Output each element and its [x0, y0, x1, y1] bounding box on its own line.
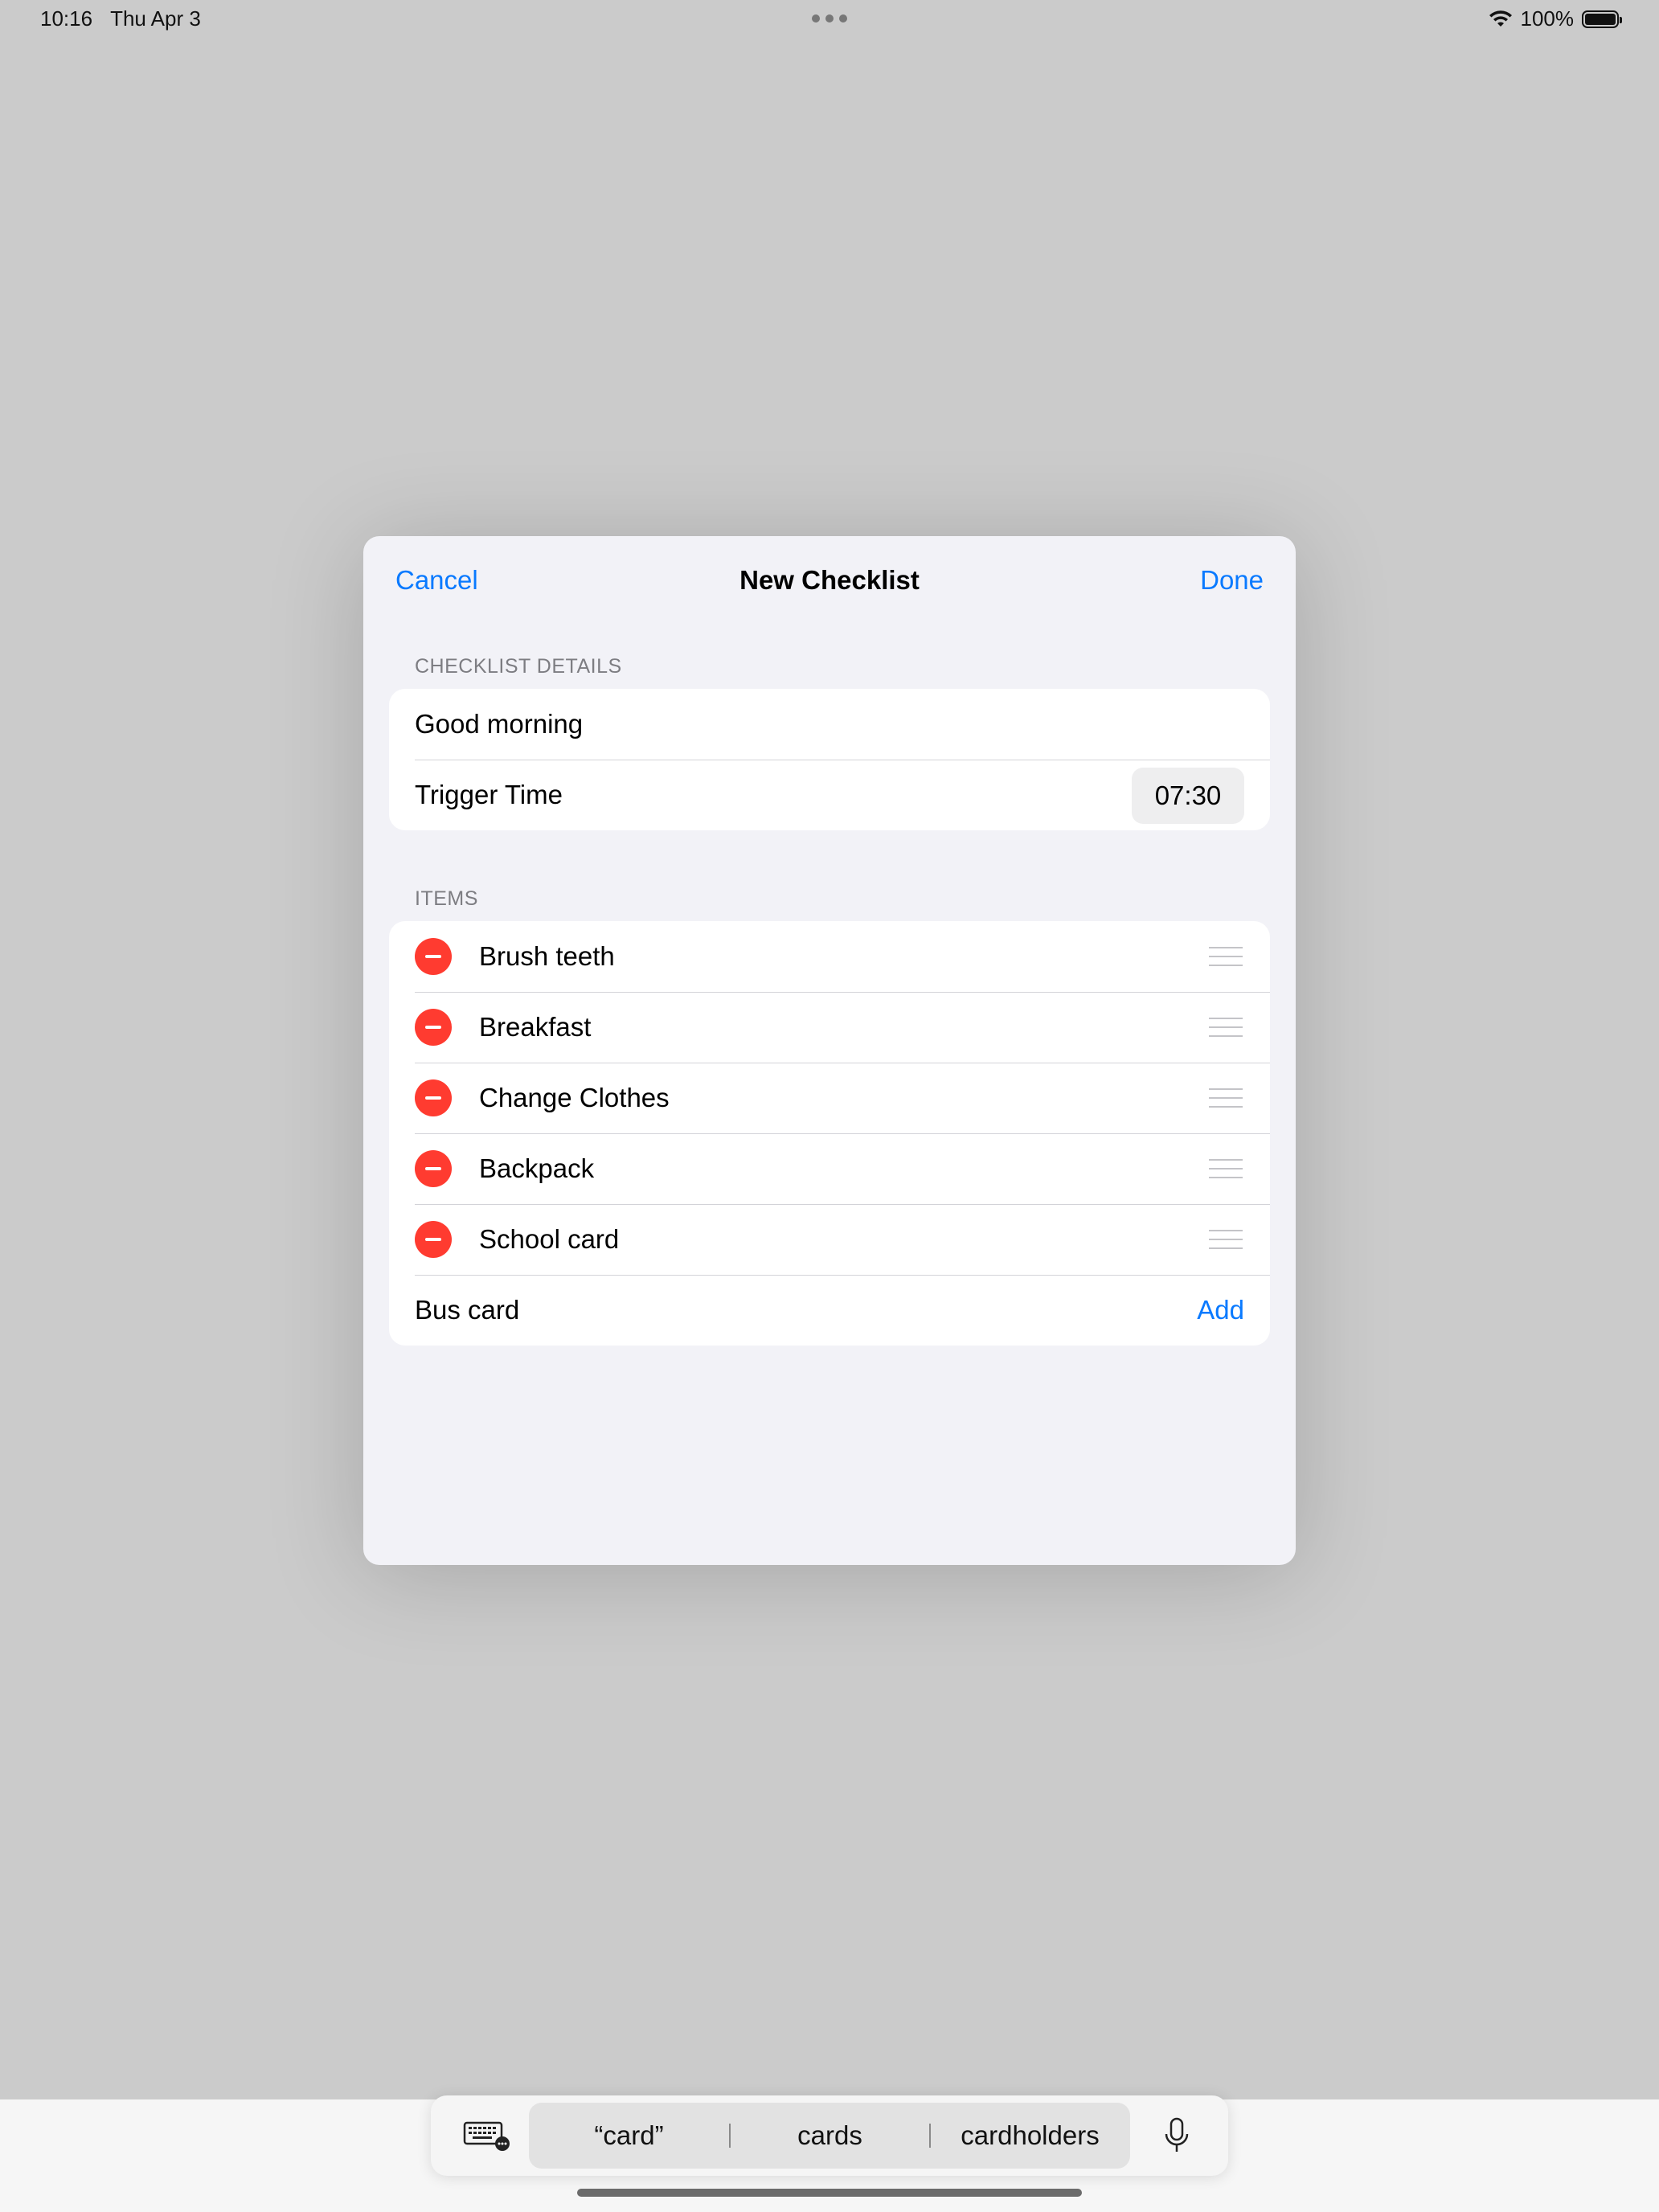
multitasking-dots-icon[interactable] — [812, 14, 847, 23]
suggestion-item[interactable]: “card” — [529, 2103, 729, 2169]
status-right: 100% — [1489, 6, 1622, 31]
list-item: School card — [389, 1204, 1270, 1275]
status-bar: 10:16 Thu Apr 3 100% — [0, 0, 1659, 40]
delete-item-button[interactable] — [415, 938, 452, 975]
keyboard-shortcut-bar: “card” cards cardholders — [431, 2095, 1228, 2176]
new-checklist-sheet: Cancel New Checklist Done CHECKLIST DETA… — [363, 536, 1296, 1565]
new-item-input[interactable]: Bus card — [415, 1295, 519, 1325]
checklist-name-field[interactable]: Good morning — [389, 689, 1270, 760]
drag-handle-icon[interactable] — [1209, 947, 1243, 966]
section-header-details: CHECKLIST DETAILS — [415, 655, 622, 678]
item-label[interactable]: Brush teeth — [479, 941, 615, 972]
wifi-icon — [1489, 10, 1512, 27]
battery-icon — [1582, 10, 1622, 28]
list-item: Brush teeth — [389, 921, 1270, 992]
suggestion-item[interactable]: cardholders — [930, 2103, 1130, 2169]
item-label[interactable]: Breakfast — [479, 1012, 591, 1043]
delete-item-button[interactable] — [415, 1009, 452, 1046]
drag-handle-icon[interactable] — [1209, 1230, 1243, 1249]
home-indicator[interactable] — [577, 2189, 1082, 2197]
delete-item-button[interactable] — [415, 1079, 452, 1116]
done-button[interactable]: Done — [1200, 565, 1264, 596]
keyboard-icon[interactable] — [463, 2120, 511, 2152]
list-item: Backpack — [389, 1133, 1270, 1204]
drag-handle-icon[interactable] — [1209, 1018, 1243, 1037]
details-group: Good morning Trigger Time 07:30 — [389, 689, 1270, 830]
new-item-row: Bus card Add — [389, 1275, 1270, 1346]
delete-item-button[interactable] — [415, 1221, 452, 1258]
checklist-name-value: Good morning — [415, 709, 584, 739]
drag-handle-icon[interactable] — [1209, 1159, 1243, 1178]
trigger-time-label: Trigger Time — [415, 780, 563, 809]
suggestion-item[interactable]: cards — [730, 2103, 930, 2169]
items-group: Brush teeth Breakfast Change Clothes Bac… — [389, 921, 1270, 1346]
status-time: 10:16 — [40, 6, 93, 31]
microphone-icon[interactable] — [1161, 2116, 1193, 2157]
list-item: Change Clothes — [389, 1063, 1270, 1133]
autocorrect-suggestions: “card” cards cardholders — [529, 2103, 1130, 2169]
battery-percent: 100% — [1520, 6, 1575, 31]
list-item: Breakfast — [389, 992, 1270, 1063]
trigger-time-picker[interactable]: 07:30 — [1132, 768, 1244, 824]
item-label[interactable]: Backpack — [479, 1153, 594, 1184]
trigger-time-row: Trigger Time 07:30 — [389, 760, 1270, 830]
sheet-title: New Checklist — [739, 565, 920, 595]
item-label[interactable]: School card — [479, 1224, 619, 1255]
section-header-items: ITEMS — [415, 887, 478, 910]
item-label[interactable]: Change Clothes — [479, 1083, 670, 1113]
drag-handle-icon[interactable] — [1209, 1088, 1243, 1108]
add-item-button[interactable]: Add — [1197, 1295, 1244, 1325]
delete-item-button[interactable] — [415, 1150, 452, 1187]
status-left: 10:16 Thu Apr 3 — [40, 6, 201, 31]
status-date: Thu Apr 3 — [110, 6, 201, 31]
